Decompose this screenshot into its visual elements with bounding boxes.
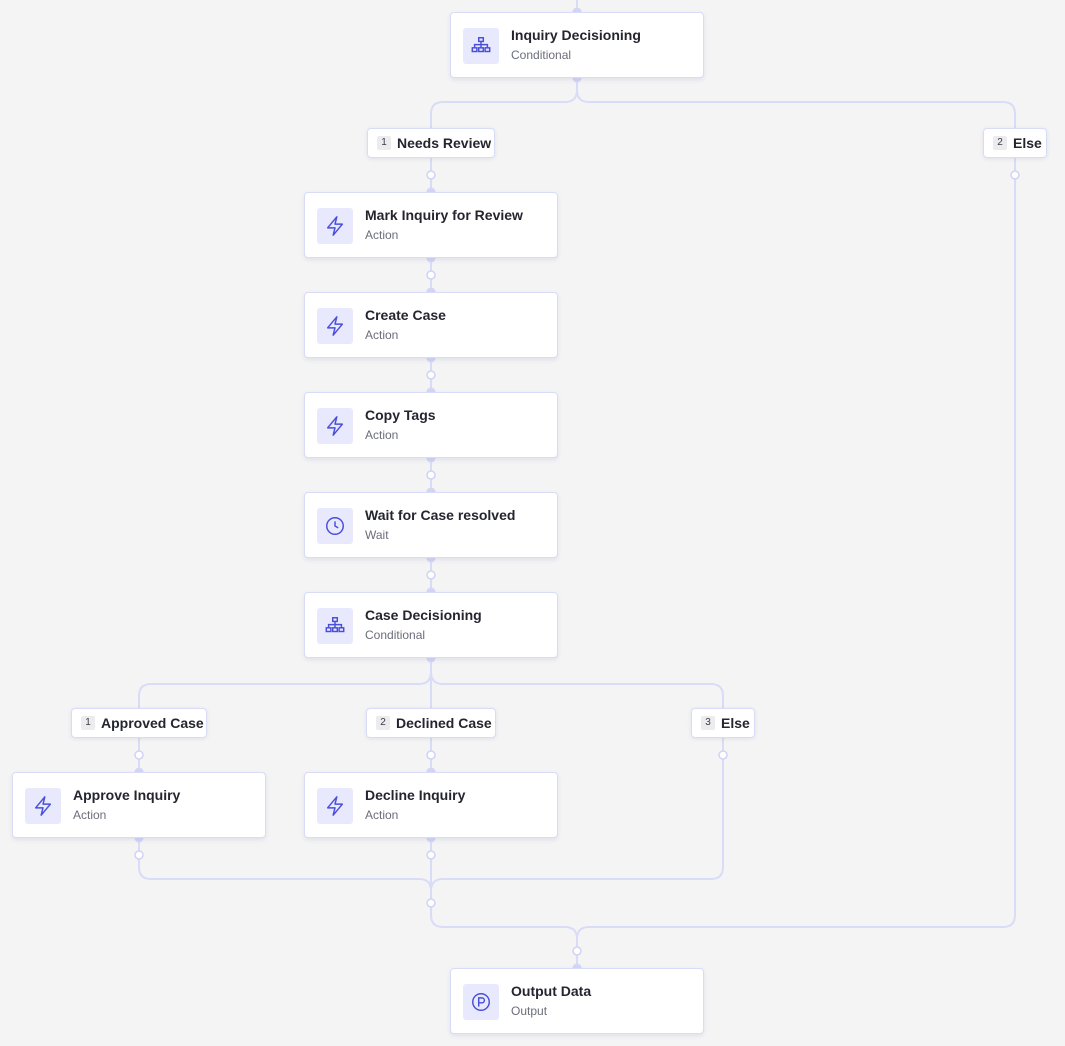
output-p-icon <box>463 984 499 1020</box>
node-decline-inquiry[interactable]: Decline Inquiry Action <box>304 772 558 838</box>
branch-number: 2 <box>376 716 390 730</box>
node-title: Create Case <box>365 307 446 323</box>
clock-icon <box>317 508 353 544</box>
lightning-icon <box>25 788 61 824</box>
hollow-junctions <box>134 170 1020 956</box>
node-copy-tags[interactable]: Copy Tags Action <box>304 392 558 458</box>
branch-number: 3 <box>701 716 715 730</box>
node-type: Conditional <box>365 628 426 642</box>
branch-needs-review[interactable]: 1 Needs Review <box>367 128 495 158</box>
branch-label: Needs Review <box>397 135 492 151</box>
node-output-data[interactable]: Output Data Output <box>450 968 704 1034</box>
node-title: Output Data <box>511 983 592 999</box>
node-title: Inquiry Decisioning <box>511 27 641 43</box>
node-type: Action <box>365 228 399 242</box>
node-case-decisioning[interactable]: Case Decisioning Conditional <box>304 592 558 658</box>
branch-else-top[interactable]: 2 Else <box>983 128 1047 158</box>
workflow-canvas[interactable]: Inquiry Decisioning Conditional Mark Inq… <box>0 0 1065 1046</box>
node-type: Action <box>73 808 107 822</box>
branch-number: 1 <box>81 716 95 730</box>
node-inquiry-decisioning[interactable]: Inquiry Decisioning Conditional <box>450 12 704 78</box>
node-title: Copy Tags <box>365 407 436 423</box>
lightning-icon <box>317 308 353 344</box>
node-approve-inquiry[interactable]: Approve Inquiry Action <box>12 772 266 838</box>
node-type: Wait <box>365 528 389 542</box>
node-title: Mark Inquiry for Review <box>365 207 523 223</box>
node-type: Output <box>511 1004 548 1018</box>
branch-number: 2 <box>993 136 1007 150</box>
branch-label: Declined Case <box>396 715 492 731</box>
node-title: Approve Inquiry <box>73 787 181 803</box>
lightning-icon <box>317 408 353 444</box>
node-type: Action <box>365 808 399 822</box>
hierarchy-icon <box>317 608 353 644</box>
node-create-case[interactable]: Create Case Action <box>304 292 558 358</box>
lightning-icon <box>317 208 353 244</box>
branch-declined-case[interactable]: 2 Declined Case <box>366 708 496 738</box>
branch-label: Else <box>1013 135 1042 151</box>
node-type: Action <box>365 328 399 342</box>
node-mark-inquiry-review[interactable]: Mark Inquiry for Review Action <box>304 192 558 258</box>
node-wait-case-resolved[interactable]: Wait for Case resolved Wait <box>304 492 558 558</box>
node-title: Case Decisioning <box>365 607 482 623</box>
lightning-icon <box>317 788 353 824</box>
branch-else-case[interactable]: 3 Else <box>691 708 755 738</box>
branch-number: 1 <box>377 136 391 150</box>
node-title: Decline Inquiry <box>365 787 466 803</box>
node-type: Action <box>365 428 399 442</box>
branch-label: Else <box>721 715 750 731</box>
node-type: Conditional <box>511 48 572 62</box>
hierarchy-icon <box>463 28 499 64</box>
branch-label: Approved Case <box>101 715 204 731</box>
branch-approved-case[interactable]: 1 Approved Case <box>71 708 207 738</box>
node-title: Wait for Case resolved <box>365 507 516 523</box>
